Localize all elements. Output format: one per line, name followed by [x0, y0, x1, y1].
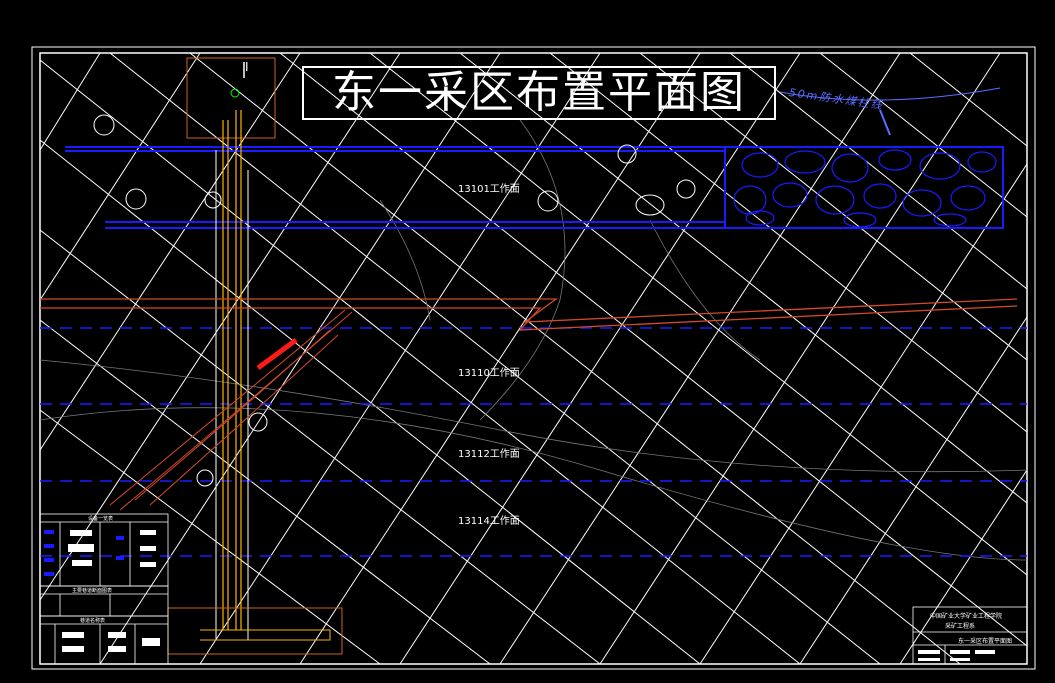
face-label-13110: 13110工作面: [458, 368, 520, 379]
inner-frame: [39, 52, 1028, 665]
legend-title-sections: 主要巷道断面图表: [72, 588, 113, 594]
river-arrow: [879, 109, 891, 136]
title-block-dept: 采矿工程系: [945, 623, 976, 630]
red-highlight: [256, 337, 298, 371]
shaft-yard-bottom: [167, 607, 343, 655]
title-block-drawing: 东一采区布置平面图: [958, 638, 1013, 645]
legend-title-equipment: 设备一览表: [88, 516, 114, 522]
face-boundaries: [40, 327, 1027, 557]
face-label-13112: 13112工作面: [458, 449, 520, 460]
title-block-fills: [918, 650, 995, 661]
face-label-13101: 13101工作面: [458, 184, 520, 195]
face-label-13114: 13114工作面: [458, 516, 520, 527]
drawing-title: 东一采区布置平面图: [302, 66, 776, 120]
coordinate-grid: [39, 52, 1028, 665]
inclined-roadways: [109, 309, 353, 511]
roadway-top: [65, 146, 1004, 229]
shaft-marker: I: [245, 60, 249, 74]
main-shafts: [222, 110, 242, 630]
title-block-school: 中国矿业大学矿业工程学院: [930, 613, 1003, 620]
contour-lines: [39, 119, 1028, 561]
legend-blue-marks: [44, 530, 124, 576]
shaft-yard-top: [186, 57, 276, 139]
legend-title-roadways: 巷道名称表: [80, 618, 106, 624]
